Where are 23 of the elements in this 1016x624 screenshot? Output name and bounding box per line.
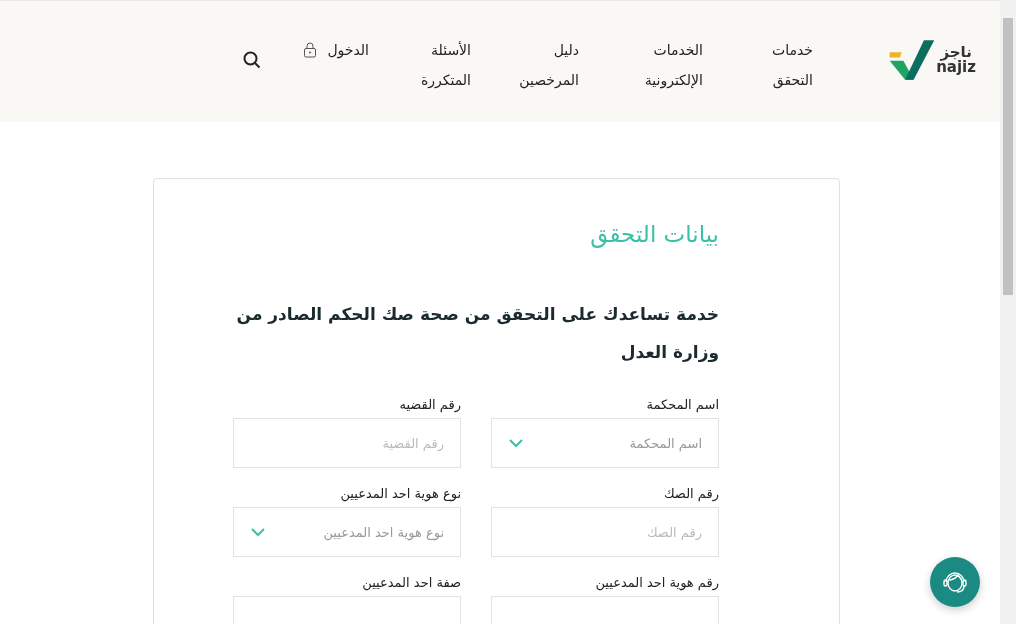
checkmark-logo-icon — [888, 37, 935, 83]
help-button[interactable] — [930, 557, 980, 607]
lock-icon — [303, 42, 318, 58]
chevron-icon — [250, 527, 266, 537]
chevron-icon — [508, 438, 524, 448]
logo-text: ناجز — [940, 45, 972, 60]
login-link[interactable]: الدخول — [303, 35, 369, 65]
field-label: رقم القضيه — [399, 397, 461, 412]
field-label: رقم الصك — [663, 486, 719, 501]
field-label: اسم المحكمة — [646, 397, 719, 412]
logo-text: najiz — [936, 60, 976, 75]
field-label: نوع هوية احد المدعيين — [340, 486, 461, 501]
card-title: بيانات التحقق — [589, 221, 719, 247]
nav-link[interactable]: الأسئلة المتكررة — [391, 35, 471, 95]
nav-link[interactable]: دليل المرخصين — [501, 35, 579, 95]
field-label: رقم هوية احد المدعيين — [595, 575, 719, 590]
search-icon[interactable] — [243, 51, 262, 69]
input-field[interactable]: رقم القضية — [233, 418, 461, 468]
field-label: صفة احد المدعيين — [362, 575, 461, 590]
input-field[interactable]: رقم الصك — [491, 507, 719, 557]
nav-link[interactable]: خدمات التحقق — [733, 35, 813, 95]
nav-link[interactable]: الخدمات الإلكترونية — [619, 35, 703, 95]
description: خدمة تساعدك على التحقق من صحة صك الحكم الصادر من وزارة العدل — [235, 303, 719, 364]
